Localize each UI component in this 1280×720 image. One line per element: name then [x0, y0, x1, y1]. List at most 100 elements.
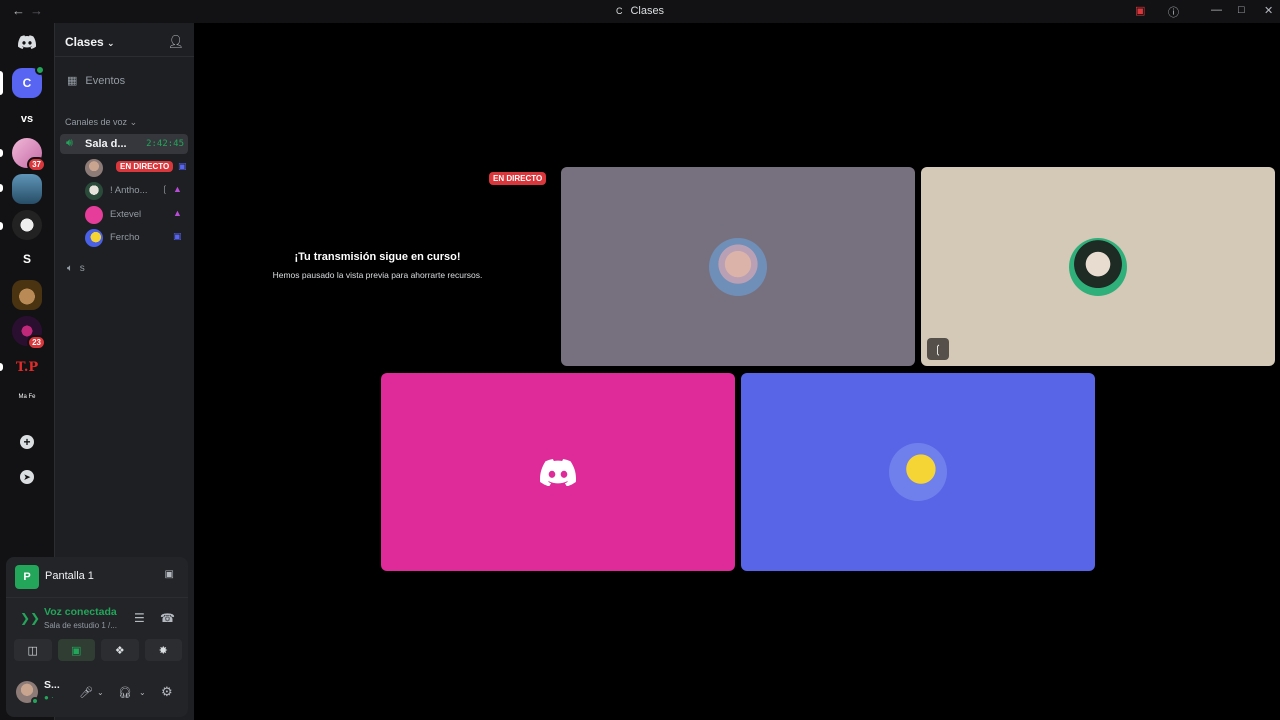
unread-indicator — [0, 149, 3, 157]
online-status-icon — [31, 697, 39, 705]
server-blue[interactable] — [12, 174, 42, 204]
user-status: ● · — [44, 693, 54, 702]
share-screen-button[interactable]: ▣ — [57, 639, 95, 661]
noise-suppression-icon[interactable]: ☰ — [134, 611, 145, 625]
member-name: ! Antho... — [110, 185, 148, 196]
user-row: S... ● · 🎤︎ ⌄ 🎧︎ ⌄ ⚙︎ — [6, 671, 188, 715]
call-stage: EN DIRECTO ¡Tu transmisión sigue en curs… — [194, 23, 1280, 720]
category-label: Canales de voz — [65, 117, 128, 127]
voice-category[interactable]: Canales de voz ⌄ — [65, 117, 137, 128]
soundboard-button[interactable]: ✸ — [144, 639, 182, 661]
compass-glyph: ➤ — [20, 470, 34, 484]
stop-share-icon[interactable]: ▣ — [165, 569, 174, 580]
minimize-icon[interactable]: — — [1211, 4, 1222, 16]
discord-logo-icon — [540, 458, 576, 486]
server-name: Clases — [65, 35, 104, 49]
activities-icon: ❖ — [114, 644, 125, 657]
voice-activity-icon — [35, 65, 45, 75]
mic-muted-icon: ❲ — [161, 184, 169, 194]
activities-button[interactable]: ❖ — [101, 639, 139, 661]
server-label: vs — [20, 113, 34, 125]
server-clases[interactable]: C — [12, 65, 45, 98]
member-name: Fercho — [110, 232, 140, 243]
server-pink[interactable]: 37 — [12, 138, 46, 172]
chevron-down-icon: ⌄ — [107, 38, 115, 48]
screen-share-thumb[interactable]: P — [15, 565, 39, 589]
compass-icon[interactable]: ➤ — [12, 462, 42, 492]
window-title-text: Clases — [630, 5, 665, 17]
server-label: C — [22, 76, 32, 90]
chevron-down-icon[interactable]: ⌄ — [97, 688, 104, 697]
stream-paused-title: ¡Tu transmisión sigue en curso! — [294, 251, 461, 263]
video-tile[interactable]: ❲ — [921, 167, 1275, 366]
microphone-icon[interactable]: 🎤︎ — [79, 686, 93, 699]
avatar — [709, 237, 767, 296]
server-folder[interactable]: Ma Fe — [12, 382, 42, 412]
connection-signal-icon[interactable]: ❯❯ — [20, 611, 40, 625]
live-badge: EN DIRECTO — [116, 161, 174, 172]
voice-member[interactable]: ! Antho... ❲ ▲ — [85, 182, 195, 200]
member-name: Extevel — [110, 209, 142, 220]
call-controls: ◫ ▣ ❖ ✸ — [14, 639, 182, 661]
screen-share-label: Pantalla 1 — [45, 570, 94, 582]
voice-status[interactable]: Voz conectada — [44, 606, 117, 618]
live-badge: EN DIRECTO — [489, 172, 547, 185]
chevron-down-icon: ⌄ — [129, 117, 138, 127]
server-label: Ma Fe — [18, 394, 36, 400]
events-label: Eventos — [85, 74, 126, 87]
video-tile[interactable] — [381, 373, 735, 571]
server-tp[interactable]: T.P — [12, 352, 42, 382]
speaker-icon: 🔈︎ — [67, 263, 73, 274]
screen-share-icon: ▣ — [178, 161, 187, 171]
avatar — [1069, 237, 1127, 296]
screen-share-status-icon[interactable]: ▣ — [1135, 4, 1145, 17]
chevron-down-icon[interactable]: ⌄ — [139, 688, 146, 697]
voice-member[interactable]: Extevel ▲ — [85, 206, 195, 224]
activity-icon: ▲ — [173, 184, 182, 194]
server-vs[interactable]: vs — [12, 104, 42, 134]
channel-name: Sala d... — [85, 138, 127, 150]
soundboard-icon: ✸ — [158, 644, 168, 657]
server-gold[interactable] — [12, 280, 42, 310]
activity-icon: ▲ — [173, 208, 182, 218]
unread-indicator — [0, 222, 3, 230]
events-item[interactable]: ▦ Eventos — [67, 74, 126, 88]
avatar — [85, 182, 103, 200]
speaker-icon: 🔊︎ — [66, 137, 73, 149]
help-icon[interactable]: ⓘ — [1168, 4, 1179, 20]
server-header[interactable]: Clases ⌄ — [65, 35, 115, 49]
video-tile[interactable] — [741, 373, 1095, 571]
voice-member[interactable]: Fercho ▣ — [85, 229, 195, 247]
voice-member[interactable]: EN DIRECTO ▣ — [85, 159, 195, 177]
voice-channel-active[interactable]: 🔊︎ Sala d... 2:42:45 — [60, 134, 188, 154]
avatar — [85, 229, 103, 247]
mention-badge: 23 — [27, 335, 46, 350]
discord-home-icon[interactable] — [12, 27, 42, 57]
disconnect-icon[interactable]: ☎ — [160, 611, 175, 625]
avatar — [889, 443, 947, 501]
gear-icon[interactable]: ⚙︎ — [161, 684, 173, 700]
server-label: T.P — [15, 359, 39, 375]
headphones-icon[interactable]: 🎧︎ — [118, 686, 132, 699]
server-purple[interactable]: 23 — [12, 316, 46, 350]
camera-off-button[interactable]: ◫ — [14, 639, 52, 661]
video-tile[interactable] — [561, 167, 915, 366]
avatar — [85, 206, 103, 224]
mic-muted-icon: ❲ — [927, 338, 949, 360]
server-s[interactable]: S — [12, 244, 42, 274]
voice-channel-path[interactable]: Sala de estudio 1 /... — [44, 621, 117, 630]
voice-channel[interactable]: 🔈︎ s — [67, 263, 85, 274]
unread-indicator — [0, 363, 3, 371]
title-bar: ← → C Clases ▣ ⓘ — □ ✕ — [0, 0, 1280, 23]
share-initial: P — [23, 571, 31, 583]
add-server-icon[interactable]: + — [12, 427, 42, 457]
server-label: S — [22, 252, 31, 266]
user-name[interactable]: S... — [44, 679, 60, 691]
stream-paused-subtitle: Hemos pausado la vista previa para ahorr… — [272, 270, 483, 280]
server-monochrome[interactable] — [12, 210, 42, 240]
maximize-icon[interactable]: □ — [1238, 4, 1245, 16]
add-user-icon[interactable]: 👤︎ — [167, 34, 184, 50]
server-mark: C — [615, 6, 623, 16]
close-icon[interactable]: ✕ — [1264, 4, 1273, 17]
channel-name: s — [79, 263, 85, 274]
